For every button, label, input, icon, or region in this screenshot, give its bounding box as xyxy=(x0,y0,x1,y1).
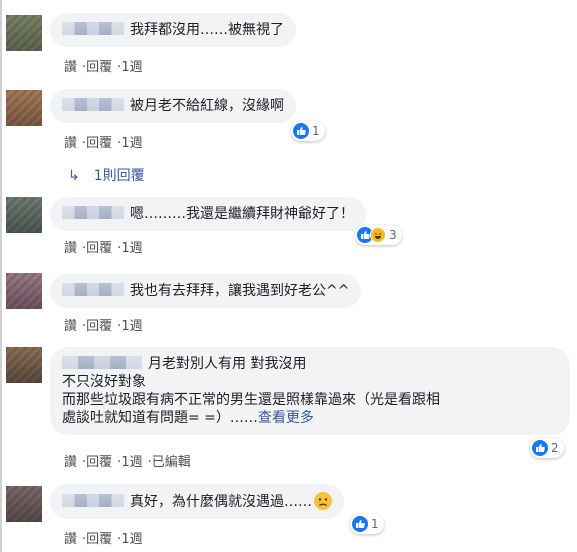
timestamp[interactable]: 1週 xyxy=(121,136,142,151)
comment-text: 我拜都沒用……被無視了 xyxy=(130,22,284,38)
reply-link[interactable]: 回覆 xyxy=(86,532,112,547)
reply-link[interactable]: 回覆 xyxy=(86,60,112,75)
comment-text-line: 月老對別人有用 對我沒用 xyxy=(148,356,307,372)
avatar[interactable] xyxy=(6,197,42,233)
comment-actions: 讚 ·回覆 ·1週 xyxy=(64,136,143,151)
reaction-summary[interactable]: 2 xyxy=(530,438,564,458)
comment-bubble: 嗯………我還是繼續拜財神爺好了！ xyxy=(50,197,366,231)
reaction-count: 1 xyxy=(371,517,379,531)
reaction-summary[interactable]: 1 xyxy=(291,121,325,141)
author-name[interactable] xyxy=(62,356,142,369)
reply-arrow-icon: ↳ xyxy=(68,168,80,184)
comment-text-line: 而那些垃圾跟有病不正常的男生還是照樣靠過來（光是看跟相 xyxy=(62,392,440,408)
comment-actions: 讚 ·回覆 ·1週 xyxy=(64,60,143,75)
reaction-summary[interactable]: 1 xyxy=(350,514,384,534)
avatar[interactable] xyxy=(6,273,42,309)
timestamp[interactable]: 1週 xyxy=(121,319,142,334)
comment-bubble: 真好，為什麼偶就沒遇過…… xyxy=(50,484,344,519)
like-icon xyxy=(532,440,548,456)
like-link[interactable]: 讚 xyxy=(64,136,77,151)
comment-bubble: 我也有去拜拜，讓我遇到好老公^^ xyxy=(50,274,362,308)
comment-text: 被月老不給紅線，沒緣啊 xyxy=(130,98,284,114)
timestamp[interactable]: 1週 xyxy=(121,455,142,470)
comment-text: 嗯………我還是繼續拜財神爺好了！ xyxy=(130,206,354,222)
comment-actions: 讚 ·回覆 ·1週 xyxy=(64,319,143,334)
thread-line xyxy=(0,0,2,552)
reaction-summary[interactable]: 3 xyxy=(355,225,402,245)
reply-link[interactable]: 回覆 xyxy=(86,136,112,151)
like-link[interactable]: 讚 xyxy=(64,532,77,547)
author-name[interactable] xyxy=(62,22,124,35)
reply-link[interactable]: 回覆 xyxy=(86,455,112,470)
comment-actions: 讚 ·回覆 ·1週 ·已編輯 xyxy=(64,455,191,470)
like-link[interactable]: 讚 xyxy=(64,455,77,470)
like-icon xyxy=(352,516,368,532)
avatar[interactable] xyxy=(6,90,42,126)
reaction-count: 1 xyxy=(312,124,320,138)
see-more-link[interactable]: 查看更多 xyxy=(258,410,314,426)
haha-icon xyxy=(370,227,386,243)
like-link[interactable]: 讚 xyxy=(64,60,77,75)
timestamp[interactable]: 1週 xyxy=(121,60,142,75)
author-name[interactable] xyxy=(62,98,124,111)
reaction-count: 2 xyxy=(551,441,559,455)
comment-text-line: 處談吐就知道有問題= =）…… xyxy=(62,410,258,426)
author-name[interactable] xyxy=(62,494,124,507)
view-replies-link[interactable]: ↳ 1則回覆 xyxy=(68,165,145,185)
avatar[interactable] xyxy=(6,15,42,51)
comment-text-line: 不只沒好對象 xyxy=(62,374,146,390)
reaction-count: 3 xyxy=(389,228,397,242)
reply-link[interactable]: 回覆 xyxy=(86,241,112,256)
comment-bubble: 被月老不給紅線，沒緣啊 xyxy=(50,89,296,123)
edited-label[interactable]: 已編輯 xyxy=(152,455,191,470)
like-icon xyxy=(293,123,309,139)
author-name[interactable] xyxy=(62,283,124,296)
comment-text: 我也有去拜拜，讓我遇到好老公^^ xyxy=(130,283,350,299)
comment-actions: 讚 ·回覆 ·1週 xyxy=(64,241,143,256)
comment-bubble: 我拜都沒用……被無視了 xyxy=(50,13,296,47)
avatar[interactable] xyxy=(6,347,42,383)
sad-emoji-icon xyxy=(314,492,332,510)
like-link[interactable]: 讚 xyxy=(64,241,77,256)
replies-count: 1則回覆 xyxy=(93,168,145,184)
like-link[interactable]: 讚 xyxy=(64,319,77,334)
timestamp[interactable]: 1週 xyxy=(121,532,142,547)
timestamp[interactable]: 1週 xyxy=(121,241,142,256)
author-name[interactable] xyxy=(62,206,124,219)
comment-bubble: 月老對別人有用 對我沒用 不只沒好對象 而那些垃圾跟有病不正常的男生還是照樣靠過… xyxy=(50,347,570,435)
comment-text: 真好，為什麼偶就沒遇過…… xyxy=(130,494,312,510)
avatar[interactable] xyxy=(6,486,42,522)
reply-link[interactable]: 回覆 xyxy=(86,319,112,334)
comment-actions: 讚 ·回覆 ·1週 xyxy=(64,532,143,547)
